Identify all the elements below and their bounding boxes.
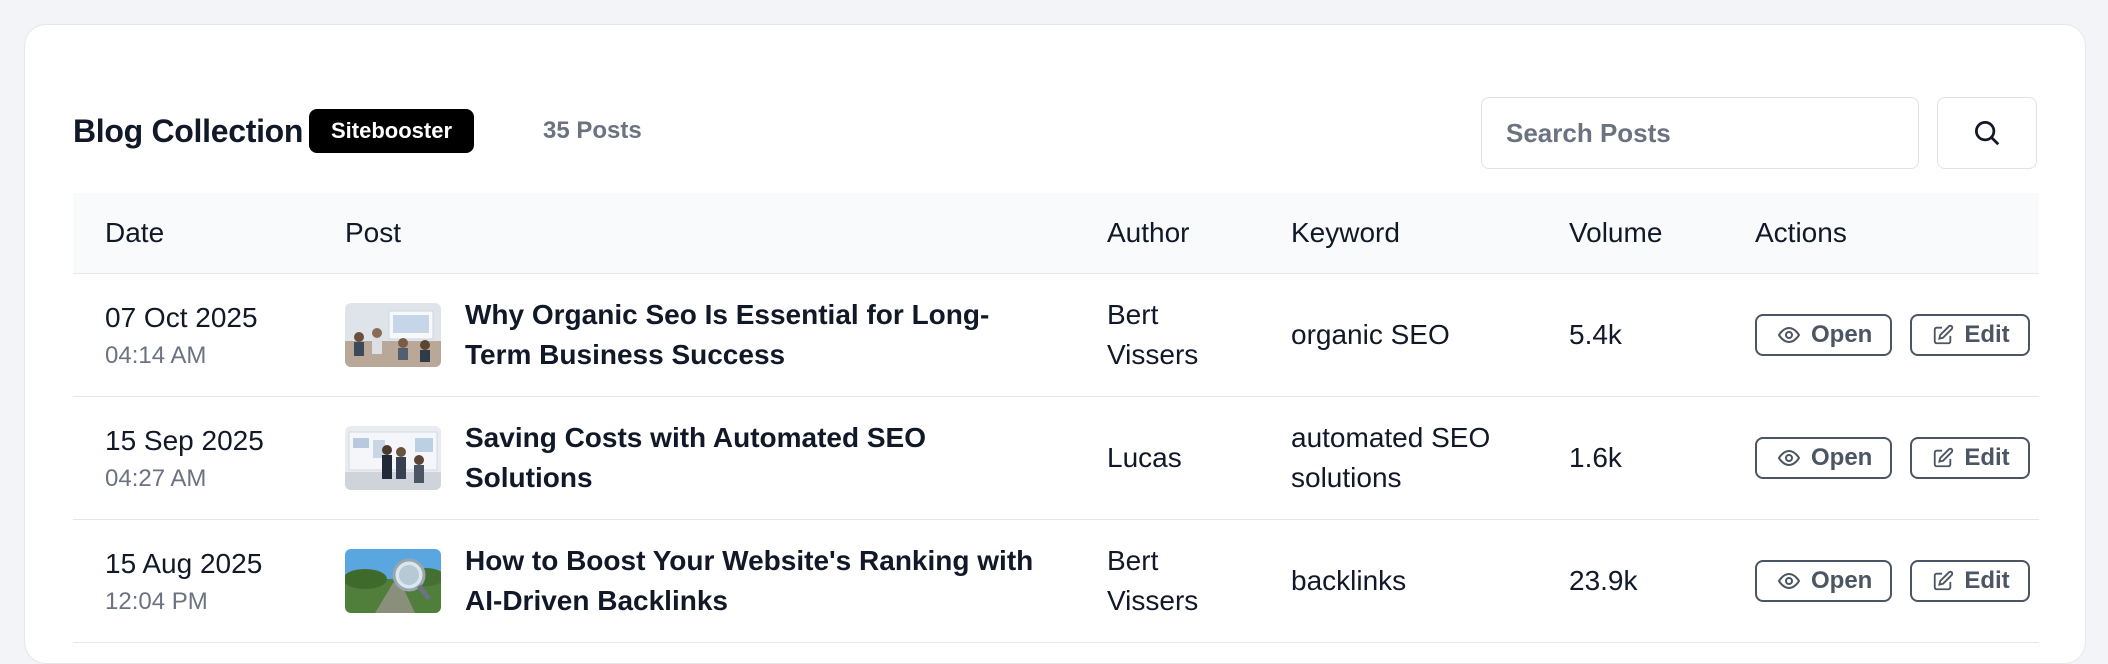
open-label: Open bbox=[1811, 321, 1873, 348]
header-bar: Blog Collection Sitebooster 35 Posts bbox=[73, 97, 2037, 169]
header-post: Post bbox=[345, 217, 402, 248]
keyword-cell: organic SEO bbox=[1291, 319, 1450, 350]
header-actions: Actions bbox=[1755, 217, 1847, 248]
actions-cell: Open Edit bbox=[1755, 437, 2030, 479]
post-thumbnail bbox=[345, 426, 441, 490]
site-badge[interactable]: Sitebooster bbox=[309, 109, 475, 153]
post-time: 12:04 PM bbox=[105, 588, 208, 615]
post-time: 04:14 AM bbox=[105, 342, 207, 369]
posts-table: Date Post Author Keyword Volume Actions … bbox=[73, 193, 2039, 643]
post-time: 04:27 AM bbox=[105, 465, 207, 492]
post-title[interactable]: Saving Costs with Automated SEO Solution… bbox=[465, 418, 1055, 498]
edit-button[interactable]: Edit bbox=[1910, 314, 2030, 356]
volume-cell: 5.4k bbox=[1569, 319, 1622, 350]
open-button[interactable]: Open bbox=[1755, 314, 1893, 356]
actions-cell: Open Edit bbox=[1755, 560, 2030, 602]
date-cell: 07 Oct 2025 04:14 AM bbox=[105, 299, 258, 371]
edit-label: Edit bbox=[1964, 444, 2010, 471]
author-cell: Lucas bbox=[1107, 442, 1182, 473]
open-button[interactable]: Open bbox=[1755, 560, 1893, 602]
open-label: Open bbox=[1811, 444, 1873, 471]
header-author: Author bbox=[1107, 217, 1190, 248]
blog-collection-card: Blog Collection Sitebooster 35 Posts Dat… bbox=[24, 24, 2086, 664]
edit-label: Edit bbox=[1964, 567, 2010, 594]
edit-button[interactable]: Edit bbox=[1910, 437, 2030, 479]
author-cell: Bert Vissers bbox=[1107, 299, 1199, 370]
post-date: 07 Oct 2025 bbox=[105, 302, 258, 333]
search-input[interactable] bbox=[1481, 97, 1919, 169]
eye-icon bbox=[1777, 449, 1801, 467]
post-title[interactable]: How to Boost Your Website's Ranking with… bbox=[465, 541, 1055, 621]
table-row: 07 Oct 2025 04:14 AM Why Organic Seo Is … bbox=[73, 274, 2039, 397]
header-volume: Volume bbox=[1569, 217, 1663, 248]
table-row: 15 Sep 2025 04:27 AM Saving Costs with A… bbox=[73, 397, 2039, 520]
eye-icon bbox=[1777, 572, 1801, 590]
post-date: 15 Sep 2025 bbox=[105, 425, 264, 456]
edit-label: Edit bbox=[1964, 321, 2010, 348]
actions-cell: Open Edit bbox=[1755, 314, 2030, 356]
post-date: 15 Aug 2025 bbox=[105, 548, 263, 579]
search-icon bbox=[1975, 121, 2000, 146]
edit-icon bbox=[1934, 447, 1954, 468]
edit-icon bbox=[1934, 324, 1954, 345]
author-cell: Bert Vissers bbox=[1107, 545, 1199, 616]
edit-icon bbox=[1934, 570, 1954, 591]
posts-count: 35 Posts bbox=[543, 117, 642, 144]
keyword-cell: automated SEO solutions bbox=[1291, 422, 1491, 493]
post-cell: How to Boost Your Website's Ranking with… bbox=[345, 541, 1055, 621]
table-header: Date Post Author Keyword Volume Actions bbox=[73, 193, 2039, 274]
eye-icon bbox=[1777, 326, 1801, 344]
post-title[interactable]: Why Organic Seo Is Essential for Long-Te… bbox=[465, 295, 1055, 375]
date-cell: 15 Aug 2025 12:04 PM bbox=[105, 545, 262, 617]
volume-cell: 23.9k bbox=[1569, 565, 1638, 596]
keyword-cell: backlinks bbox=[1291, 565, 1407, 596]
search-button[interactable] bbox=[1937, 97, 2037, 169]
date-cell: 15 Sep 2025 04:27 AM bbox=[105, 422, 264, 494]
post-cell: Saving Costs with Automated SEO Solution… bbox=[345, 418, 1055, 498]
header-date: Date bbox=[105, 217, 165, 248]
page-title: Blog Collection bbox=[73, 113, 304, 149]
volume-cell: 1.6k bbox=[1569, 442, 1622, 473]
open-label: Open bbox=[1811, 567, 1873, 594]
open-button[interactable]: Open bbox=[1755, 437, 1893, 479]
table-row: 15 Aug 2025 12:04 PM How to Boost Your W… bbox=[73, 520, 2039, 643]
post-cell: Why Organic Seo Is Essential for Long-Te… bbox=[345, 295, 1055, 375]
header-keyword: Keyword bbox=[1291, 217, 1400, 248]
edit-button[interactable]: Edit bbox=[1910, 560, 2030, 602]
post-thumbnail bbox=[345, 549, 441, 613]
post-thumbnail bbox=[345, 303, 441, 367]
